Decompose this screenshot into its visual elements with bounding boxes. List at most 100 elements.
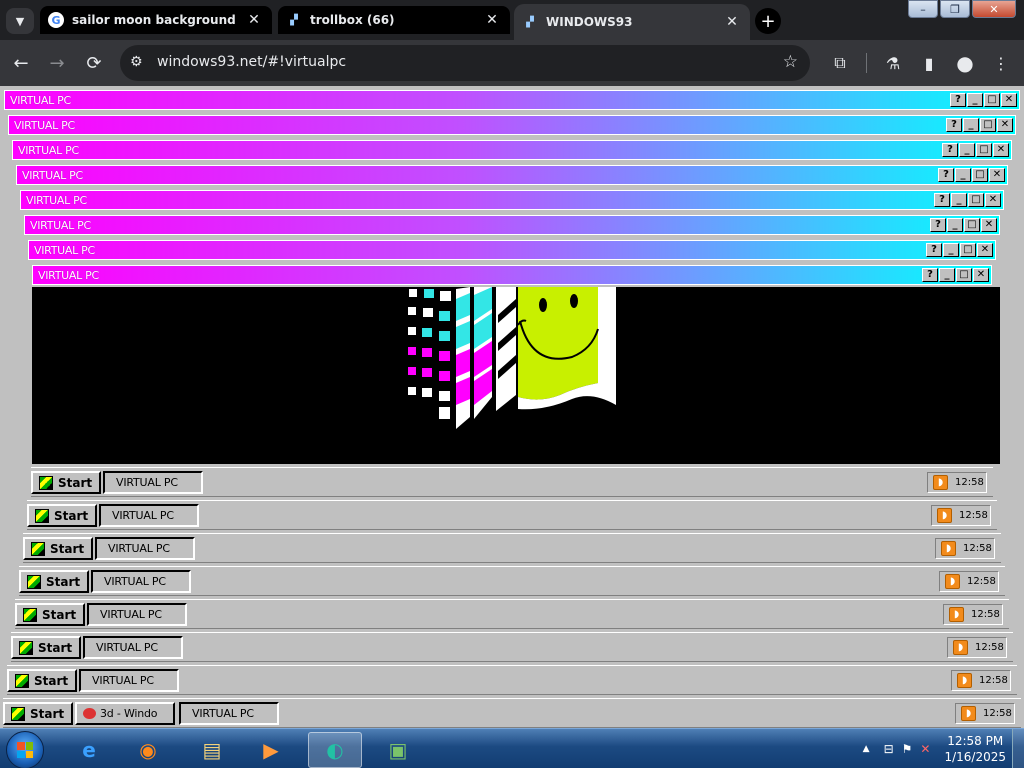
help-button[interactable]: ? [950, 93, 966, 107]
profile-avatar-icon[interactable]: ● [952, 50, 978, 76]
pinned-app-0[interactable]: e [62, 732, 116, 768]
windows-start-orb[interactable] [6, 731, 44, 768]
restore-window-button[interactable]: ❐ [940, 0, 970, 18]
rss-feed-icon[interactable]: ◗ [941, 541, 956, 556]
start-button[interactable]: Start [23, 537, 93, 560]
new-tab-button[interactable]: + [755, 8, 781, 34]
pinned-app-5[interactable]: ▣ [371, 732, 425, 768]
rss-feed-icon[interactable]: ◗ [937, 508, 952, 523]
pinned-app-1[interactable]: ◉ [121, 732, 175, 768]
virtual-pc-screen[interactable] [32, 287, 1000, 464]
close-button[interactable]: ✕ [989, 168, 1005, 182]
taskbar-item-virtual-pc[interactable]: VIRTUAL PC [99, 504, 199, 527]
close-button[interactable]: ✕ [993, 143, 1009, 157]
minimize-button[interactable]: _ [951, 193, 967, 207]
tab-windows93[interactable]: ▞ WINDOWS93 ✕ [514, 4, 750, 40]
help-button[interactable]: ? [938, 168, 954, 182]
start-button[interactable]: Start [3, 702, 73, 725]
taskbar-item-3d-window[interactable]: 3d - Windo [75, 702, 175, 725]
minimize-button[interactable]: _ [943, 243, 959, 257]
close-button[interactable]: ✕ [985, 193, 1001, 207]
minimize-button[interactable]: _ [939, 268, 955, 282]
rss-feed-icon[interactable]: ◗ [949, 607, 964, 622]
help-button[interactable]: ? [926, 243, 942, 257]
system-clock[interactable]: 12:58 PM 1/16/2025 [944, 733, 1006, 765]
volume-muted-icon[interactable]: ✕ [920, 742, 930, 756]
rss-feed-icon[interactable]: ◗ [945, 574, 960, 589]
maximize-button[interactable]: □ [960, 243, 976, 257]
maximize-button[interactable]: □ [968, 193, 984, 207]
minimize-window-button[interactable]: – [908, 0, 938, 18]
close-button[interactable]: ✕ [977, 243, 993, 257]
close-button[interactable]: ✕ [997, 118, 1013, 132]
address-bar[interactable]: ⚙ windows93.net/#!virtualpc ☆ [120, 45, 810, 81]
close-button[interactable]: ✕ [981, 218, 997, 232]
show-hidden-icons-icon[interactable]: ▲ [863, 744, 870, 754]
pinned-app-4[interactable]: ◐ [308, 732, 362, 768]
virtual-pc-titlebar[interactable]: VIRTUAL PC? _ □ ✕ [16, 165, 1008, 185]
taskbar-item-virtual-pc[interactable]: VIRTUAL PC [79, 669, 179, 692]
forward-button[interactable]: → [44, 50, 70, 76]
back-button[interactable]: ← [8, 50, 34, 76]
maximize-button[interactable]: □ [980, 118, 996, 132]
close-window-button[interactable]: ✕ [972, 0, 1016, 18]
minimize-button[interactable]: _ [947, 218, 963, 232]
rss-feed-icon[interactable]: ◗ [957, 673, 972, 688]
help-button[interactable]: ? [922, 268, 938, 282]
help-button[interactable]: ? [930, 218, 946, 232]
maximize-button[interactable]: □ [964, 218, 980, 232]
virtual-pc-titlebar[interactable]: VIRTUAL PC? _ □ ✕ [20, 190, 1004, 210]
start-button[interactable]: Start [19, 570, 89, 593]
taskbar-item-virtual-pc[interactable]: VIRTUAL PC [103, 471, 203, 494]
close-icon[interactable]: ✕ [246, 12, 262, 28]
action-center-flag-icon[interactable]: ⚑ [902, 742, 913, 756]
close-button[interactable]: ✕ [1001, 93, 1017, 107]
rss-feed-icon[interactable]: ◗ [953, 640, 968, 655]
extensions-icon[interactable]: ⧉ [827, 50, 853, 76]
virtual-pc-titlebar[interactable]: VIRTUAL PC? _ □ ✕ [12, 140, 1012, 160]
start-button[interactable]: Start [11, 636, 81, 659]
tab-trollbox[interactable]: ▞ trollbox (66) ✕ [278, 6, 510, 34]
maximize-button[interactable]: □ [984, 93, 1000, 107]
virtual-pc-titlebar[interactable]: VIRTUAL PC? _ □ ✕ [24, 215, 1000, 235]
pinned-app-3[interactable]: ▶ [244, 732, 298, 768]
minimize-button[interactable]: _ [967, 93, 983, 107]
maximize-button[interactable]: □ [972, 168, 988, 182]
browser-menu-icon[interactable]: ⋮ [988, 50, 1014, 76]
start-button[interactable]: Start [27, 504, 97, 527]
minimize-button[interactable]: _ [963, 118, 979, 132]
virtual-pc-titlebar[interactable]: VIRTUAL PC? _ □ ✕ [8, 115, 1016, 135]
rss-feed-icon[interactable]: ◗ [933, 475, 948, 490]
tab-search-button[interactable]: ▼ [6, 8, 34, 34]
site-info-icon[interactable]: ⚙ [130, 54, 143, 70]
url-text[interactable]: windows93.net/#!virtualpc [157, 54, 346, 70]
network-icon[interactable]: ⊟ [884, 742, 894, 756]
taskbar-item-virtual-pc[interactable]: VIRTUAL PC [83, 636, 183, 659]
taskbar-item-virtual-pc[interactable]: VIRTUAL PC [91, 570, 191, 593]
minimize-button[interactable]: _ [955, 168, 971, 182]
rss-feed-icon[interactable]: ◗ [961, 706, 976, 721]
pinned-app-2[interactable]: ▤ [185, 732, 239, 768]
bookmark-star-icon[interactable]: ☆ [783, 52, 798, 72]
virtual-pc-titlebar[interactable]: VIRTUAL PC? _ □ ✕ [4, 90, 1020, 110]
virtual-pc-titlebar[interactable]: VIRTUAL PC? _ □ ✕ [32, 265, 992, 285]
close-icon[interactable]: ✕ [484, 12, 500, 28]
virtual-pc-titlebar[interactable]: VIRTUAL PC? _ □ ✕ [28, 240, 996, 260]
help-button[interactable]: ? [934, 193, 950, 207]
close-icon[interactable]: ✕ [724, 14, 740, 30]
labs-flask-icon[interactable]: ⚗ [880, 50, 906, 76]
start-button[interactable]: Start [7, 669, 77, 692]
taskbar-item-virtual-pc[interactable]: VIRTUAL PC [87, 603, 187, 626]
tab-sailor-moon[interactable]: G sailor moon background - Goo ✕ [40, 6, 272, 34]
minimize-button[interactable]: _ [959, 143, 975, 157]
show-desktop-button[interactable] [1012, 729, 1024, 768]
start-button[interactable]: Start [15, 603, 85, 626]
maximize-button[interactable]: □ [956, 268, 972, 282]
start-button[interactable]: Start [31, 471, 101, 494]
help-button[interactable]: ? [946, 118, 962, 132]
reload-button[interactable]: ⟳ [81, 50, 107, 76]
taskbar-item-virtual-pc[interactable]: VIRTUAL PC [179, 702, 279, 725]
side-panel-icon[interactable]: ▮ [916, 50, 942, 76]
maximize-button[interactable]: □ [976, 143, 992, 157]
help-button[interactable]: ? [942, 143, 958, 157]
